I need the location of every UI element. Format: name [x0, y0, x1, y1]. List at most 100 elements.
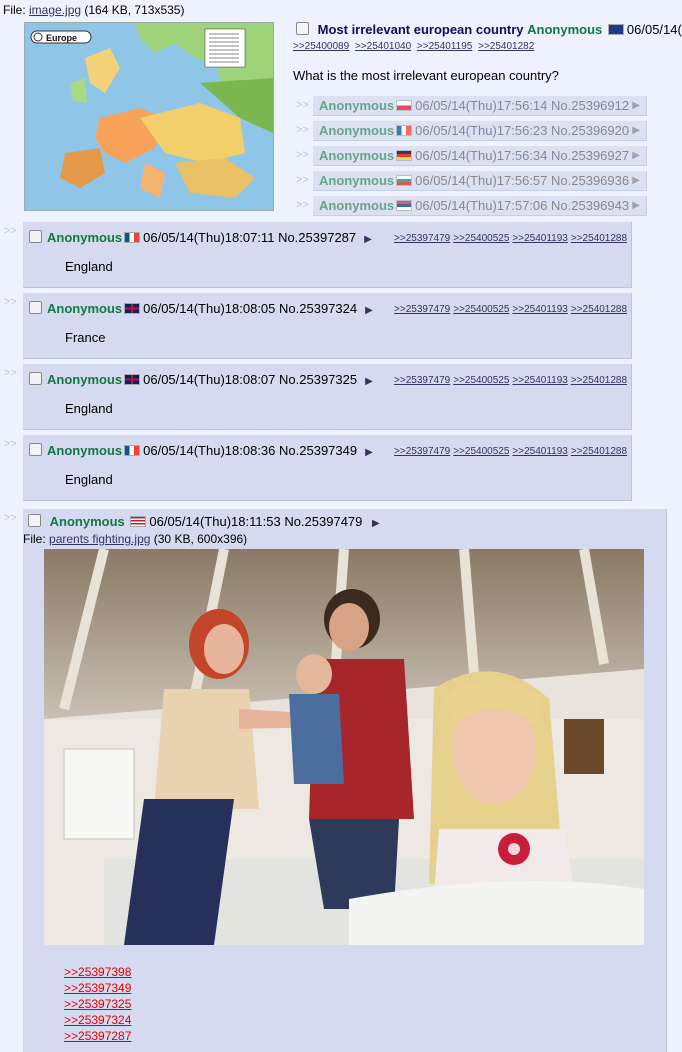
stub-expand-triangle-icon[interactable]: ▶ — [632, 171, 640, 191]
post-number[interactable]: No.25397349 — [279, 443, 357, 458]
backlink[interactable]: >>25397479 — [394, 304, 450, 315]
op-file-info: File: image.jpg (164 KB, 713x535) — [3, 3, 185, 17]
post-message: France — [65, 330, 106, 345]
post-menu-triangle-icon[interactable]: ▶ — [365, 447, 373, 458]
backlink[interactable]: >>25401193 — [512, 375, 567, 386]
poster-name: Anonymous — [47, 301, 123, 316]
op-message: What is the most irrelevant european cou… — [293, 68, 559, 83]
poster-name: Anonymous — [47, 230, 123, 245]
post-datetime: 06/05/14(Thu)18:08:05 — [143, 301, 276, 316]
post-number[interactable]: No.25397325 — [279, 372, 357, 387]
quote-link[interactable]: >>25397287 — [64, 1028, 131, 1044]
poster-name: Anonymous — [47, 443, 123, 458]
stub-post-number[interactable]: No.25396912 — [551, 98, 629, 113]
backlink[interactable]: >>25397479 — [394, 375, 450, 386]
op-thumbnail-europe-map[interactable]: Europe — [24, 22, 274, 211]
quote-link[interactable]: >>25397325 — [64, 996, 131, 1012]
stub-poster-name: Anonymous — [319, 98, 395, 113]
backlink[interactable]: >>25397479 — [394, 446, 450, 457]
post-number[interactable]: No.25397287 — [278, 230, 356, 245]
stub-arrows: >> — [296, 199, 309, 211]
post-image-parents-fighting[interactable] — [44, 549, 644, 945]
backlink[interactable]: >>25400525 — [453, 233, 509, 244]
op-datetime: 06/05/14( — [626, 22, 682, 37]
post-select-checkbox[interactable] — [29, 301, 42, 314]
stub-post-number[interactable]: No.25396936 — [551, 173, 629, 188]
post-menu-triangle-icon[interactable]: ▶ — [365, 305, 373, 316]
australia-flag-icon — [607, 24, 624, 35]
parents-fighting-photo — [44, 549, 644, 945]
op-backlinks: >>25400089 >>25401040 >>25401195 >>25401… — [293, 41, 537, 52]
stub-expand-triangle-icon[interactable]: ▶ — [632, 96, 640, 116]
backlink[interactable]: >>25400525 — [453, 304, 509, 315]
post-header: Anonymous 06/05/14(Thu)18:07:11 No.253972… — [29, 230, 378, 245]
stub-datetime: 06/05/14(Thu)17:56:14 — [415, 98, 548, 113]
uk-flag-icon — [124, 303, 141, 314]
post-select-checkbox[interactable] — [29, 443, 42, 456]
post-menu-triangle-icon[interactable]: ▶ — [364, 234, 372, 245]
post-file-link[interactable]: parents fighting.jpg — [49, 532, 150, 546]
stub-body[interactable]: Anonymous 06/05/14(Thu)17:56:57 No.253969… — [313, 171, 647, 191]
stub-post-number[interactable]: No.25396943 — [551, 198, 629, 213]
stub-body[interactable]: Anonymous 06/05/14(Thu)17:56:23 No.253969… — [313, 121, 647, 141]
post-select-checkbox[interactable] — [29, 372, 42, 385]
stub-post-number[interactable]: No.25396927 — [551, 148, 629, 163]
post-arrows: >> — [4, 225, 17, 237]
reply-post: Anonymous 06/05/14(Thu)18:08:05 No.253973… — [23, 293, 632, 359]
post-select-checkbox[interactable] — [29, 230, 42, 243]
op-backlink[interactable]: >>25401040 — [355, 41, 411, 52]
stub-body[interactable]: Anonymous 06/05/14(Thu)17:56:34 No.253969… — [313, 146, 647, 166]
stub-expand-triangle-icon[interactable]: ▶ — [632, 196, 640, 216]
backlink[interactable]: >>25400525 — [453, 446, 509, 457]
post-number[interactable]: No.25397324 — [279, 301, 357, 316]
op-backlink[interactable]: >>25401282 — [478, 41, 534, 52]
backlink[interactable]: >>25401193 — [512, 233, 567, 244]
post-arrows: >> — [4, 296, 17, 308]
post-arrows: >> — [4, 512, 17, 524]
quote-link[interactable]: >>25397349 — [64, 980, 131, 996]
op-backlink[interactable]: >>25400089 — [293, 41, 349, 52]
svg-text:Europe: Europe — [46, 33, 77, 43]
post-number[interactable]: No.25397479 — [284, 514, 362, 529]
stub-expand-triangle-icon[interactable]: ▶ — [632, 121, 640, 141]
post-select-checkbox[interactable] — [28, 514, 41, 527]
op-select-checkbox[interactable] — [296, 22, 309, 35]
stub-datetime: 06/05/14(Thu)17:57:06 — [415, 198, 548, 213]
backlink[interactable]: >>25401288 — [571, 233, 627, 244]
backlink[interactable]: >>25401193 — [512, 304, 567, 315]
op-file-link[interactable]: image.jpg — [29, 3, 81, 17]
france-flag-icon — [396, 125, 413, 136]
quote-link[interactable]: >>25397324 — [64, 1012, 131, 1028]
post-header: Anonymous 06/05/14(Thu)18:08:36 No.253973… — [29, 443, 379, 458]
backlink[interactable]: >>25401288 — [571, 375, 627, 386]
poster-name: Anonymous — [49, 514, 125, 529]
stub-datetime: 06/05/14(Thu)17:56:34 — [415, 148, 548, 163]
stub-post-number[interactable]: No.25396920 — [551, 123, 629, 138]
backlink[interactable]: >>25401193 — [512, 446, 567, 457]
post-backlinks: >>25397479 >>25400525 >>25401193 >>25401288 — [391, 233, 627, 244]
post-message: England — [65, 472, 113, 487]
op-subject: Most irrelevant european country — [317, 22, 524, 37]
post-menu-triangle-icon[interactable]: ▶ — [365, 376, 373, 387]
reply-post: Anonymous 06/05/14(Thu)18:07:11 No.253972… — [23, 222, 632, 288]
stub-poster-name: Anonymous — [319, 148, 395, 163]
backlink[interactable]: >>25400525 — [453, 375, 509, 386]
quote-link[interactable]: >>25397398 — [64, 964, 131, 980]
post-file-info: File: parents fighting.jpg (30 KB, 600x3… — [23, 532, 248, 546]
stub-arrows: >> — [296, 149, 309, 161]
op-backlink[interactable]: >>25401195 — [417, 41, 472, 52]
backlink[interactable]: >>25397479 — [394, 233, 450, 244]
stub-expand-triangle-icon[interactable]: ▶ — [632, 146, 640, 166]
stub-body[interactable]: Anonymous 06/05/14(Thu)17:56:14 No.253969… — [313, 96, 647, 116]
post-backlinks: >>25397479 >>25400525 >>25401193 >>25401288 — [391, 375, 627, 386]
stub-poster-name: Anonymous — [319, 173, 395, 188]
post-message: England — [65, 259, 113, 274]
post-menu-triangle-icon[interactable]: ▶ — [372, 518, 380, 529]
stub-body[interactable]: Anonymous 06/05/14(Thu)17:57:06 No.253969… — [313, 196, 647, 216]
stub-arrows: >> — [296, 174, 309, 186]
serbia-flag-icon — [396, 200, 413, 211]
europe-map-image: Europe — [25, 23, 273, 210]
stub-datetime: 06/05/14(Thu)17:56:57 — [415, 173, 548, 188]
backlink[interactable]: >>25401288 — [571, 446, 627, 457]
backlink[interactable]: >>25401288 — [571, 304, 627, 315]
